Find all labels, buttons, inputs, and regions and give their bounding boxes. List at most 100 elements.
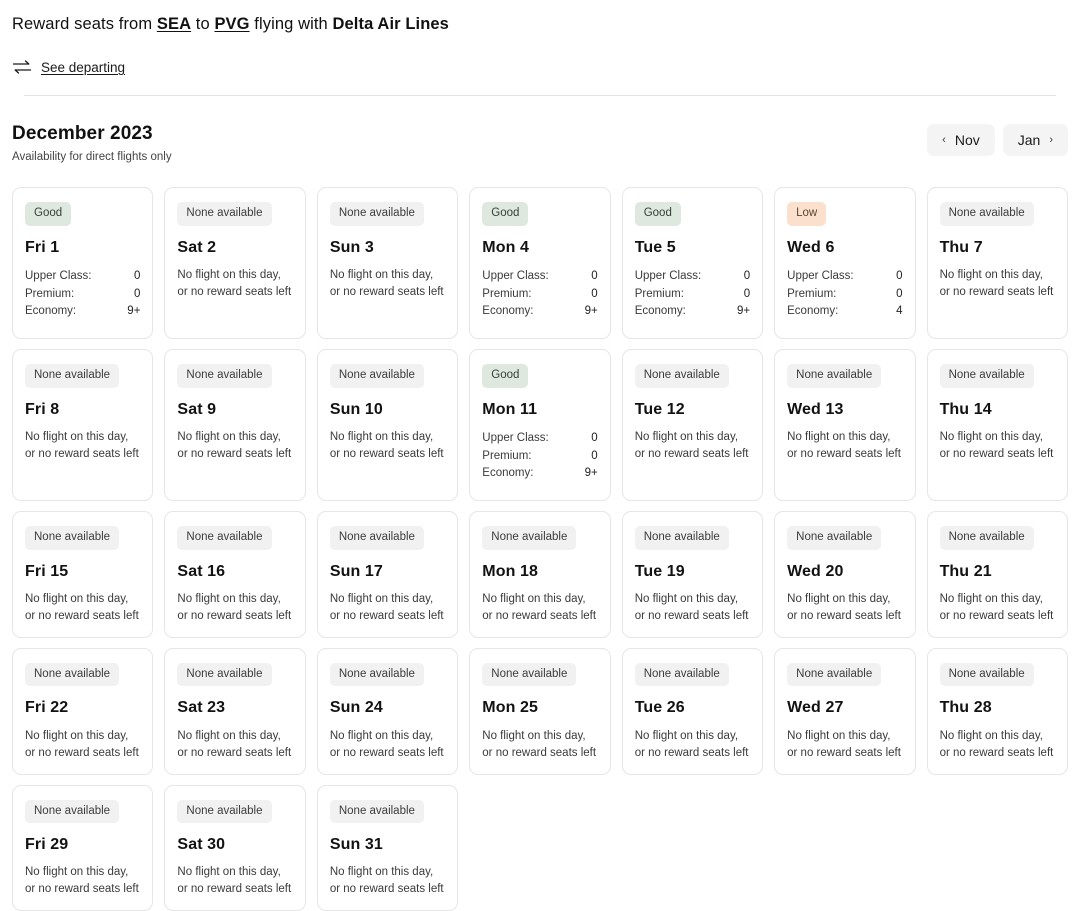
no-flight-message: No flight on this day, or no reward seats… — [635, 429, 750, 463]
day-label: Mon 4 — [482, 238, 529, 256]
no-flight-line-1: No flight on this day, — [634, 430, 739, 443]
see-departing-link[interactable]: See departing — [41, 60, 125, 75]
day-card[interactable]: None available Fri 15 No flight on this da… — [12, 511, 154, 638]
cabin-label-economy: Economy: — [25, 305, 77, 318]
no-flight-message: No flight on this day, or no reward seats… — [482, 728, 597, 762]
no-flight-line-1: No flight on this day, — [177, 729, 281, 742]
next-month-button[interactable]: Jan › — [1002, 124, 1068, 157]
cabin-row-economy: Economy: 9+ — [482, 303, 597, 321]
day-card[interactable]: None available Thu 21 No flight on this da… — [926, 511, 1068, 638]
no-flight-message: No flight on this day, or no reward seats… — [940, 429, 1055, 463]
cabin-row-upper-class: Upper Class: 0 — [635, 268, 750, 286]
cabin-label-economy: Economy: — [634, 305, 686, 318]
day-card[interactable]: None available Sat 16 No flight on this da… — [164, 511, 306, 638]
cabin-availability-table: Upper Class: 0 Premium: 0 Economy: 4 — [787, 268, 902, 321]
no-flight-line-1: No flight on this day, — [329, 268, 434, 281]
cabin-row-economy: Economy: 9+ — [482, 465, 597, 483]
title-mid2: flying with — [249, 15, 333, 33]
day-card[interactable]: None available Sat 2 No flight on this day… — [164, 187, 306, 340]
no-flight-message: No flight on this day, or no reward seats… — [787, 591, 902, 625]
cabin-row-upper-class: Upper Class: 0 — [787, 268, 902, 286]
no-flight-line-2: or no reward seats left — [177, 447, 292, 460]
month-bar: December 2023 Availability for direct fl… — [0, 96, 1080, 165]
day-card[interactable]: None available Sun 24 No flight on this da… — [316, 647, 459, 775]
day-card[interactable]: None available Fri 8 No flight on this day… — [12, 349, 154, 502]
no-flight-line-2: or no reward seats left — [634, 609, 749, 622]
cabin-value-upper-class: 0 — [896, 269, 903, 282]
day-card[interactable]: None available Fri 29 No flight on this da… — [12, 784, 154, 911]
day-card[interactable]: None available Sun 17 No flight on this da… — [316, 511, 459, 638]
no-flight-line-1: No flight on this day, — [634, 592, 739, 605]
no-flight-line-2: or no reward seats left — [787, 447, 901, 460]
availability-badge: None available — [177, 662, 272, 687]
no-flight-message: No flight on this day, or no reward seats… — [177, 429, 292, 463]
day-card[interactable]: None available Mon 18 No flight on this da… — [469, 511, 611, 638]
day-label: Sat 9 — [177, 400, 217, 418]
day-label: Fri 8 — [25, 400, 60, 418]
availability-badge: None available — [939, 662, 1034, 687]
day-card[interactable]: None available Sat 23 No flight on this da… — [164, 647, 306, 775]
day-card[interactable]: None available Sat 30 No flight on this da… — [164, 784, 306, 911]
cabin-value-economy: 9+ — [127, 305, 141, 318]
cabin-label-upper-class: Upper Class: — [482, 431, 549, 444]
day-label: Tue 12 — [634, 400, 685, 418]
no-flight-line-2: or no reward seats left — [634, 447, 749, 460]
day-card[interactable]: Low Wed 6 Upper Class: 0 Premium: 0 Economy: 4 — [774, 187, 916, 340]
origin-airport-code[interactable]: SEA — [157, 15, 191, 33]
cabin-label-economy: Economy: — [482, 305, 534, 318]
availability-badge: None available — [939, 202, 1034, 226]
day-card[interactable]: None available Fri 22 No flight on this da… — [12, 647, 154, 775]
day-card[interactable]: None available Sun 31 No flight on this da… — [316, 784, 459, 911]
day-label: Sun 10 — [329, 400, 383, 418]
availability-badge: None available — [177, 526, 272, 550]
availability-badge: None available — [634, 662, 729, 687]
day-label: Tue 19 — [634, 562, 685, 580]
prev-month-label: Nov — [954, 132, 980, 149]
day-card[interactable]: None available Wed 27 No flight on this da… — [774, 647, 916, 775]
day-card[interactable]: None available Tue 19 No flight on this da… — [621, 511, 764, 638]
availability-badge: Good — [634, 202, 681, 226]
availability-badge: Good — [482, 364, 529, 388]
day-card[interactable]: None available Sun 3 No flight on this day… — [316, 187, 459, 340]
day-card[interactable]: None available Mon 25 No flight on this da… — [469, 647, 611, 775]
day-card[interactable]: Good Tue 5 Upper Class: 0 Premium: 0 Economy: 9… — [621, 187, 764, 340]
no-flight-message: No flight on this day, or no reward seats… — [330, 728, 445, 762]
availability-badge: None available — [787, 526, 882, 550]
no-flight-line-1: No flight on this day, — [177, 430, 281, 443]
no-flight-line-2: or no reward seats left — [177, 609, 292, 622]
cabin-row-economy: Economy: 9+ — [635, 303, 750, 321]
cabin-value-economy: 9+ — [584, 467, 598, 480]
page-header: Reward seats from SEA to PVG flying with… — [0, 0, 1080, 97]
day-card[interactable]: Good Mon 4 Upper Class: 0 Premium: 0 Economy: 9… — [469, 187, 611, 340]
no-flight-line-1: No flight on this day, — [177, 866, 281, 879]
day-label: Mon 11 — [482, 400, 538, 418]
no-flight-line-2: or no reward seats left — [939, 609, 1054, 622]
no-flight-line-1: No flight on this day, — [939, 268, 1043, 281]
day-card[interactable]: None available Tue 12 No flight on this da… — [621, 349, 764, 502]
day-card[interactable]: None available Tue 26 No flight on this da… — [621, 647, 764, 775]
destination-airport-code[interactable]: PVG — [214, 15, 249, 33]
no-flight-line-2: or no reward seats left — [25, 746, 139, 759]
see-departing-row[interactable]: See departing — [12, 59, 1068, 75]
day-label: Sun 3 — [329, 238, 374, 256]
availability-badge: None available — [482, 526, 577, 550]
no-flight-message: No flight on this day, or no reward seats… — [787, 429, 902, 463]
cabin-label-upper-class: Upper Class: — [787, 269, 854, 282]
prev-month-button[interactable]: ‹ Nov — [927, 124, 995, 157]
no-flight-message: No flight on this day, or no reward seats… — [177, 591, 292, 625]
day-label: Mon 25 — [482, 699, 538, 717]
availability-badge: None available — [177, 364, 272, 388]
day-card[interactable]: None available Sun 10 No flight on this da… — [316, 349, 459, 502]
day-card[interactable]: None available Thu 28 No flight on this da… — [926, 647, 1068, 775]
day-card[interactable]: None available Sat 9 No flight on this day… — [164, 349, 306, 502]
day-card[interactable]: None available Thu 14 No flight on this da… — [926, 349, 1068, 502]
day-card[interactable]: None available Wed 13 No flight on this da… — [774, 349, 916, 502]
day-card[interactable]: Good Fri 1 Upper Class: 0 Premium: 0 Economy: 9… — [12, 187, 154, 340]
availability-badge: None available — [634, 364, 729, 388]
day-label: Sun 24 — [329, 699, 383, 717]
day-card[interactable]: Good Mon 11 Upper Class: 0 Premium: 0 Economy:… — [469, 349, 611, 502]
day-card[interactable]: None available Thu 7 No flight on this day… — [926, 187, 1068, 340]
cabin-row-economy: Economy: 4 — [787, 303, 902, 321]
no-flight-line-1: No flight on this day, — [25, 430, 129, 443]
day-card[interactable]: None available Wed 20 No flight on this da… — [774, 511, 916, 638]
